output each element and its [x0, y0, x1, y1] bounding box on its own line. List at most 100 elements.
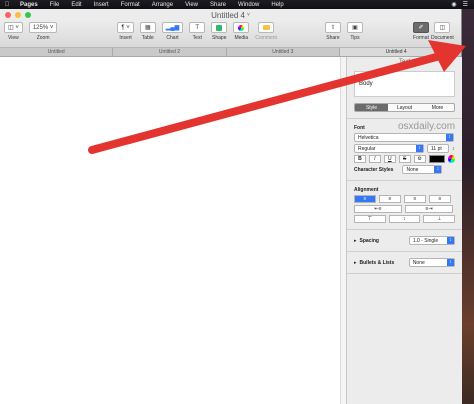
tab-untitled-2[interactable]: Untitled 2	[113, 48, 227, 56]
text-label: Text	[192, 35, 202, 41]
paintbrush-icon: ✐	[412, 22, 429, 33]
chart-icon: ▂▄▆	[161, 22, 184, 33]
menu-share[interactable]: Share	[204, 2, 232, 8]
character-styles-value: None	[406, 166, 419, 173]
desktop-wallpaper	[462, 9, 474, 404]
minimize-button[interactable]	[15, 12, 21, 18]
title-caret-icon[interactable]: ˅	[247, 12, 250, 18]
shape-button[interactable]: Shape	[211, 22, 228, 41]
disclosure-icon[interactable]: ▸	[354, 238, 357, 244]
comment-button[interactable]: Comment	[255, 22, 277, 41]
view-button[interactable]: ◫ ˅ View	[4, 22, 23, 41]
spacing-label[interactable]: Spacing	[360, 238, 400, 244]
align-justify-button[interactable]: ≡	[429, 195, 451, 203]
tab-style[interactable]: Style	[355, 104, 388, 111]
window-title[interactable]: Untitled 4	[211, 11, 245, 20]
divider	[347, 251, 462, 252]
align-center-button[interactable]: ≡	[379, 195, 401, 203]
view-label: View	[8, 35, 19, 41]
tips-label: Tips	[350, 35, 360, 41]
align-left-button[interactable]: ≡	[354, 195, 376, 203]
font-size-value: 11 pt	[431, 145, 442, 152]
spacing-value: 1.0 - Single	[412, 237, 439, 244]
text-button[interactable]: T Text	[189, 22, 206, 41]
align-top-button[interactable]: ⊤	[354, 215, 386, 223]
font-name-select[interactable]: Helvetica ↕	[354, 133, 454, 142]
insert-label: Insert	[119, 35, 132, 41]
menu-view[interactable]: View	[179, 2, 204, 8]
tab-untitled[interactable]: Untitled	[0, 48, 114, 56]
menu-format[interactable]: Format	[115, 2, 146, 8]
disclosure-icon[interactable]: ▸	[354, 260, 357, 266]
increase-indent-button[interactable]: ≡⇥	[405, 205, 453, 213]
inspector-tabs: Style Layout More	[354, 103, 455, 112]
menu-app[interactable]: Pages	[14, 2, 44, 8]
tab-bar: Untitled Untitled 2 Untitled 3 Untitled …	[0, 48, 461, 57]
text-color-well[interactable]	[428, 155, 446, 163]
bullets-lists-label[interactable]: Bullets & Lists	[360, 260, 400, 266]
zoom-button[interactable]	[25, 12, 31, 18]
tab-untitled-3[interactable]: Untitled 3	[227, 48, 340, 56]
align-right-button[interactable]: ≡	[404, 195, 426, 203]
share-button[interactable]: ⇧ Share	[324, 22, 341, 41]
strikethrough-button[interactable]: S	[398, 155, 411, 163]
table-button[interactable]: ▦ Table	[139, 22, 156, 41]
underline-button[interactable]: U	[383, 155, 396, 163]
font-style-value: Regular	[358, 145, 376, 152]
toolbar: ◫ ˅ View 125% ˅ Zoom ¶ ˅ Insert ▦ Table …	[0, 21, 461, 48]
format-button[interactable]: ✐ Format	[412, 22, 429, 41]
menu-file[interactable]: File	[44, 2, 66, 8]
menu-window[interactable]: Window	[232, 2, 265, 8]
chart-button[interactable]: ▂▄▆ Chart	[161, 22, 184, 41]
menu-status-icons: ◉ ☰	[451, 1, 474, 8]
watermark: osxdaily.com	[398, 121, 456, 132]
zoom-value: 125% ˅	[28, 22, 58, 33]
close-button[interactable]	[5, 12, 11, 18]
tips-icon: ▣	[346, 22, 363, 33]
apple-icon[interactable]: 	[0, 2, 14, 8]
menu-arrange[interactable]: Arrange	[146, 2, 179, 8]
chevron-updown-icon: ↕	[434, 166, 442, 173]
document-button[interactable]: ◫ Document	[431, 22, 454, 41]
tab-untitled-4[interactable]: Untitled 4	[339, 48, 454, 56]
bell-icon[interactable]: ◉	[451, 1, 456, 8]
comment-label: Comment	[255, 35, 277, 41]
divider	[347, 229, 462, 230]
wifi-icon[interactable]: ☰	[463, 1, 468, 8]
media-button[interactable]: Media	[233, 22, 250, 41]
pages-window: Untitled 4 ˅ ◫ ˅ View 125% ˅ Zoom ¶ ˅ In…	[0, 9, 462, 404]
font-size-field[interactable]: 11 pt	[427, 144, 449, 153]
menu-insert[interactable]: Insert	[88, 2, 115, 8]
character-styles-select[interactable]: None ↕	[402, 165, 443, 174]
stepper-icon[interactable]: ↕	[452, 146, 455, 152]
document-canvas[interactable]	[0, 57, 346, 404]
menu-edit[interactable]: Edit	[65, 2, 87, 8]
divider	[347, 118, 462, 119]
menu-help[interactable]: Help	[265, 2, 289, 8]
divider	[347, 273, 462, 274]
color-wheel-icon[interactable]	[448, 155, 455, 163]
tab-layout[interactable]: Layout	[388, 104, 421, 111]
new-tab-button[interactable]: +	[453, 48, 461, 57]
chevron-updown-icon: ↕	[447, 259, 454, 266]
align-bottom-button[interactable]: ⊥	[423, 215, 456, 223]
spacing-select[interactable]: 1.0 - Single ↕	[408, 236, 455, 245]
zoom-label: Zoom	[36, 35, 50, 41]
paragraph-style-select[interactable]: Body	[354, 71, 455, 97]
bold-button[interactable]: B	[354, 155, 366, 163]
format-inspector: Text Body Style Layout More Font Helveti…	[346, 57, 462, 404]
insert-button[interactable]: ¶ ˅ Insert	[117, 22, 134, 41]
font-style-select[interactable]: Regular ↕	[354, 144, 424, 153]
format-label: Format	[413, 35, 429, 41]
zoom-select[interactable]: 125% ˅ Zoom	[28, 22, 58, 41]
italic-button[interactable]: I	[368, 155, 381, 163]
align-middle-button[interactable]: ↕	[388, 215, 421, 223]
sidebar-icon: ◫ ˅	[4, 22, 23, 33]
font-name-value: Helvetica	[358, 134, 379, 141]
shape-label: Shape	[212, 35, 227, 41]
decrease-indent-button[interactable]: ⇤≡	[354, 205, 402, 213]
tips-button[interactable]: ▣ Tips	[346, 22, 363, 41]
bullets-lists-select[interactable]: None ↕	[408, 258, 455, 267]
gear-icon[interactable]: ⚙	[413, 155, 426, 163]
tab-more[interactable]: More	[421, 104, 454, 111]
